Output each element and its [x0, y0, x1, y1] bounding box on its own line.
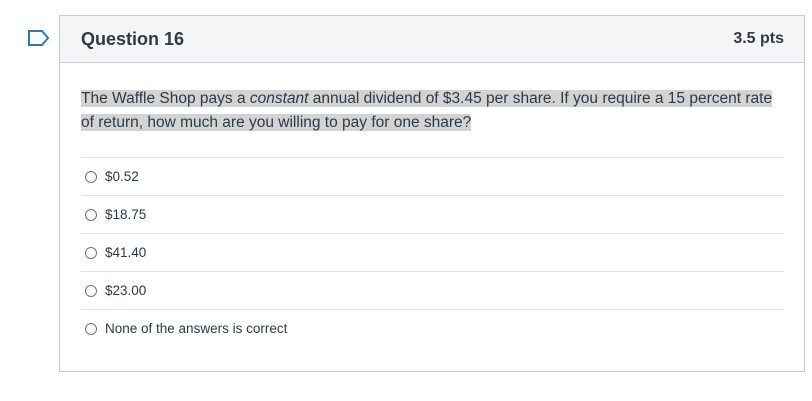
- question-text-before: The Waffle Shop pays a: [81, 90, 250, 107]
- answer-label: $41.40: [105, 245, 147, 260]
- answer-list: $0.52 $18.75 $41.40 $23.00 None of the a…: [81, 157, 784, 347]
- answer-option[interactable]: $0.52: [81, 158, 784, 196]
- answer-option[interactable]: $18.75: [81, 196, 784, 234]
- radio-button[interactable]: [85, 208, 97, 221]
- answer-option[interactable]: None of the answers is correct: [81, 310, 784, 347]
- question-points: 3.5 pts: [733, 30, 784, 47]
- radio-button[interactable]: [85, 246, 97, 259]
- answer-option[interactable]: $23.00: [81, 272, 784, 310]
- radio-button[interactable]: [85, 322, 97, 335]
- question-card: Question 16 3.5 pts The Waffle Shop pays…: [59, 15, 805, 372]
- question-text: The Waffle Shop pays a constant annual d…: [81, 87, 784, 135]
- flag-question-icon[interactable]: [27, 29, 51, 47]
- question-title: Question 16: [81, 28, 185, 49]
- question-body: The Waffle Shop pays a constant annual d…: [60, 63, 804, 347]
- answer-label: $23.00: [105, 283, 147, 298]
- question-header: Question 16 3.5 pts: [60, 16, 804, 63]
- answer-label: $18.75: [105, 207, 147, 222]
- radio-button[interactable]: [85, 170, 97, 183]
- answer-label: $0.52: [105, 169, 139, 184]
- answer-option[interactable]: $41.40: [81, 234, 784, 272]
- radio-button[interactable]: [85, 284, 97, 297]
- question-text-highlight: The Waffle Shop pays a constant annual d…: [81, 90, 773, 131]
- answer-label: None of the answers is correct: [105, 321, 288, 336]
- question-text-emphasis: constant: [249, 90, 309, 107]
